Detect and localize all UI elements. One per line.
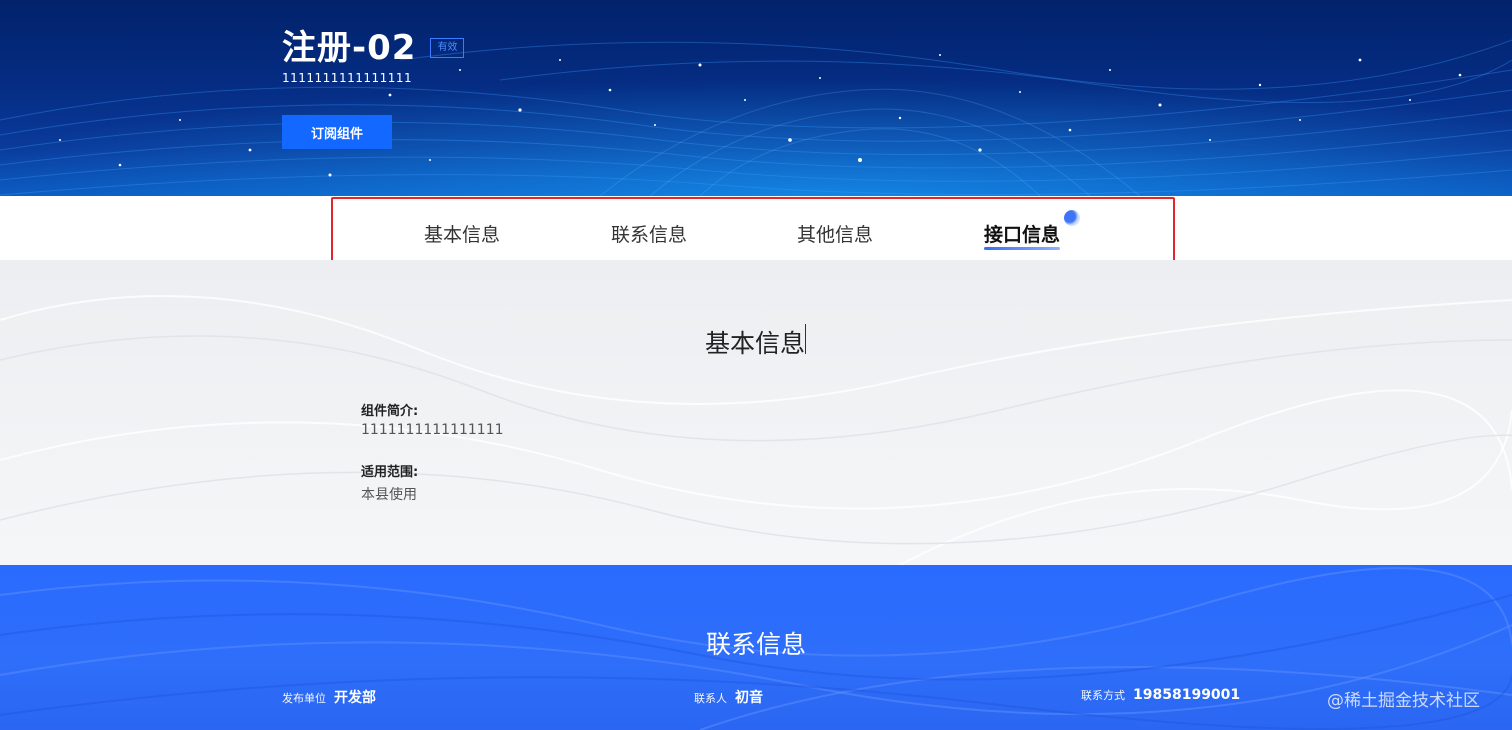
tab-other-info[interactable]: 其他信息 <box>797 220 873 247</box>
hero-subtitle: 1111111111111111 <box>282 71 413 85</box>
status-badge: 有效 <box>430 37 465 58</box>
loading-dot-icon <box>1064 210 1080 226</box>
hero-title-row: 注册-02 有效 <box>282 20 465 69</box>
hero-banner: 注册-02 有效 1111111111111111 订阅组件 <box>0 0 1512 196</box>
tab-contact-info[interactable]: 联系信息 <box>611 220 687 247</box>
tech-wave-background <box>0 0 1512 196</box>
publisher-value: 开发部 <box>334 690 376 706</box>
contact-method-value: 19858199001 <box>1133 687 1241 703</box>
subscribe-button[interactable]: 订阅组件 <box>282 115 392 149</box>
contact-info-title: 联系信息 <box>705 630 806 659</box>
active-tab-indicator <box>984 247 1060 250</box>
basic-info-title: 基本信息 <box>705 329 806 358</box>
text-caret <box>805 324 806 354</box>
publisher-item: 发布单位 开发部 <box>282 687 376 707</box>
tab-bar <box>0 196 1512 260</box>
tab-basic-info[interactable]: 基本信息 <box>424 220 500 247</box>
basic-info-section <box>0 260 1512 565</box>
contact-person-label: 联系人 <box>694 692 727 705</box>
component-intro-label: 组件简介: <box>361 404 419 419</box>
contact-method-item: 联系方式 19858199001 <box>1081 687 1240 703</box>
publisher-label: 发布单位 <box>282 692 326 705</box>
watermark: @稀土掘金技术社区 <box>1327 691 1480 711</box>
scope-label: 适用范围: <box>361 465 419 480</box>
contact-person-item: 联系人 初音 <box>694 687 763 707</box>
contact-method-label: 联系方式 <box>1081 689 1125 702</box>
page-title: 注册-02 <box>282 28 417 68</box>
tab-interface-info[interactable]: 接口信息 <box>984 220 1060 247</box>
wave-background <box>0 295 1512 565</box>
component-intro-value: 1111111111111111 <box>361 422 504 438</box>
contact-person-value: 初音 <box>735 690 763 706</box>
scope-value: 本县使用 <box>361 487 417 503</box>
